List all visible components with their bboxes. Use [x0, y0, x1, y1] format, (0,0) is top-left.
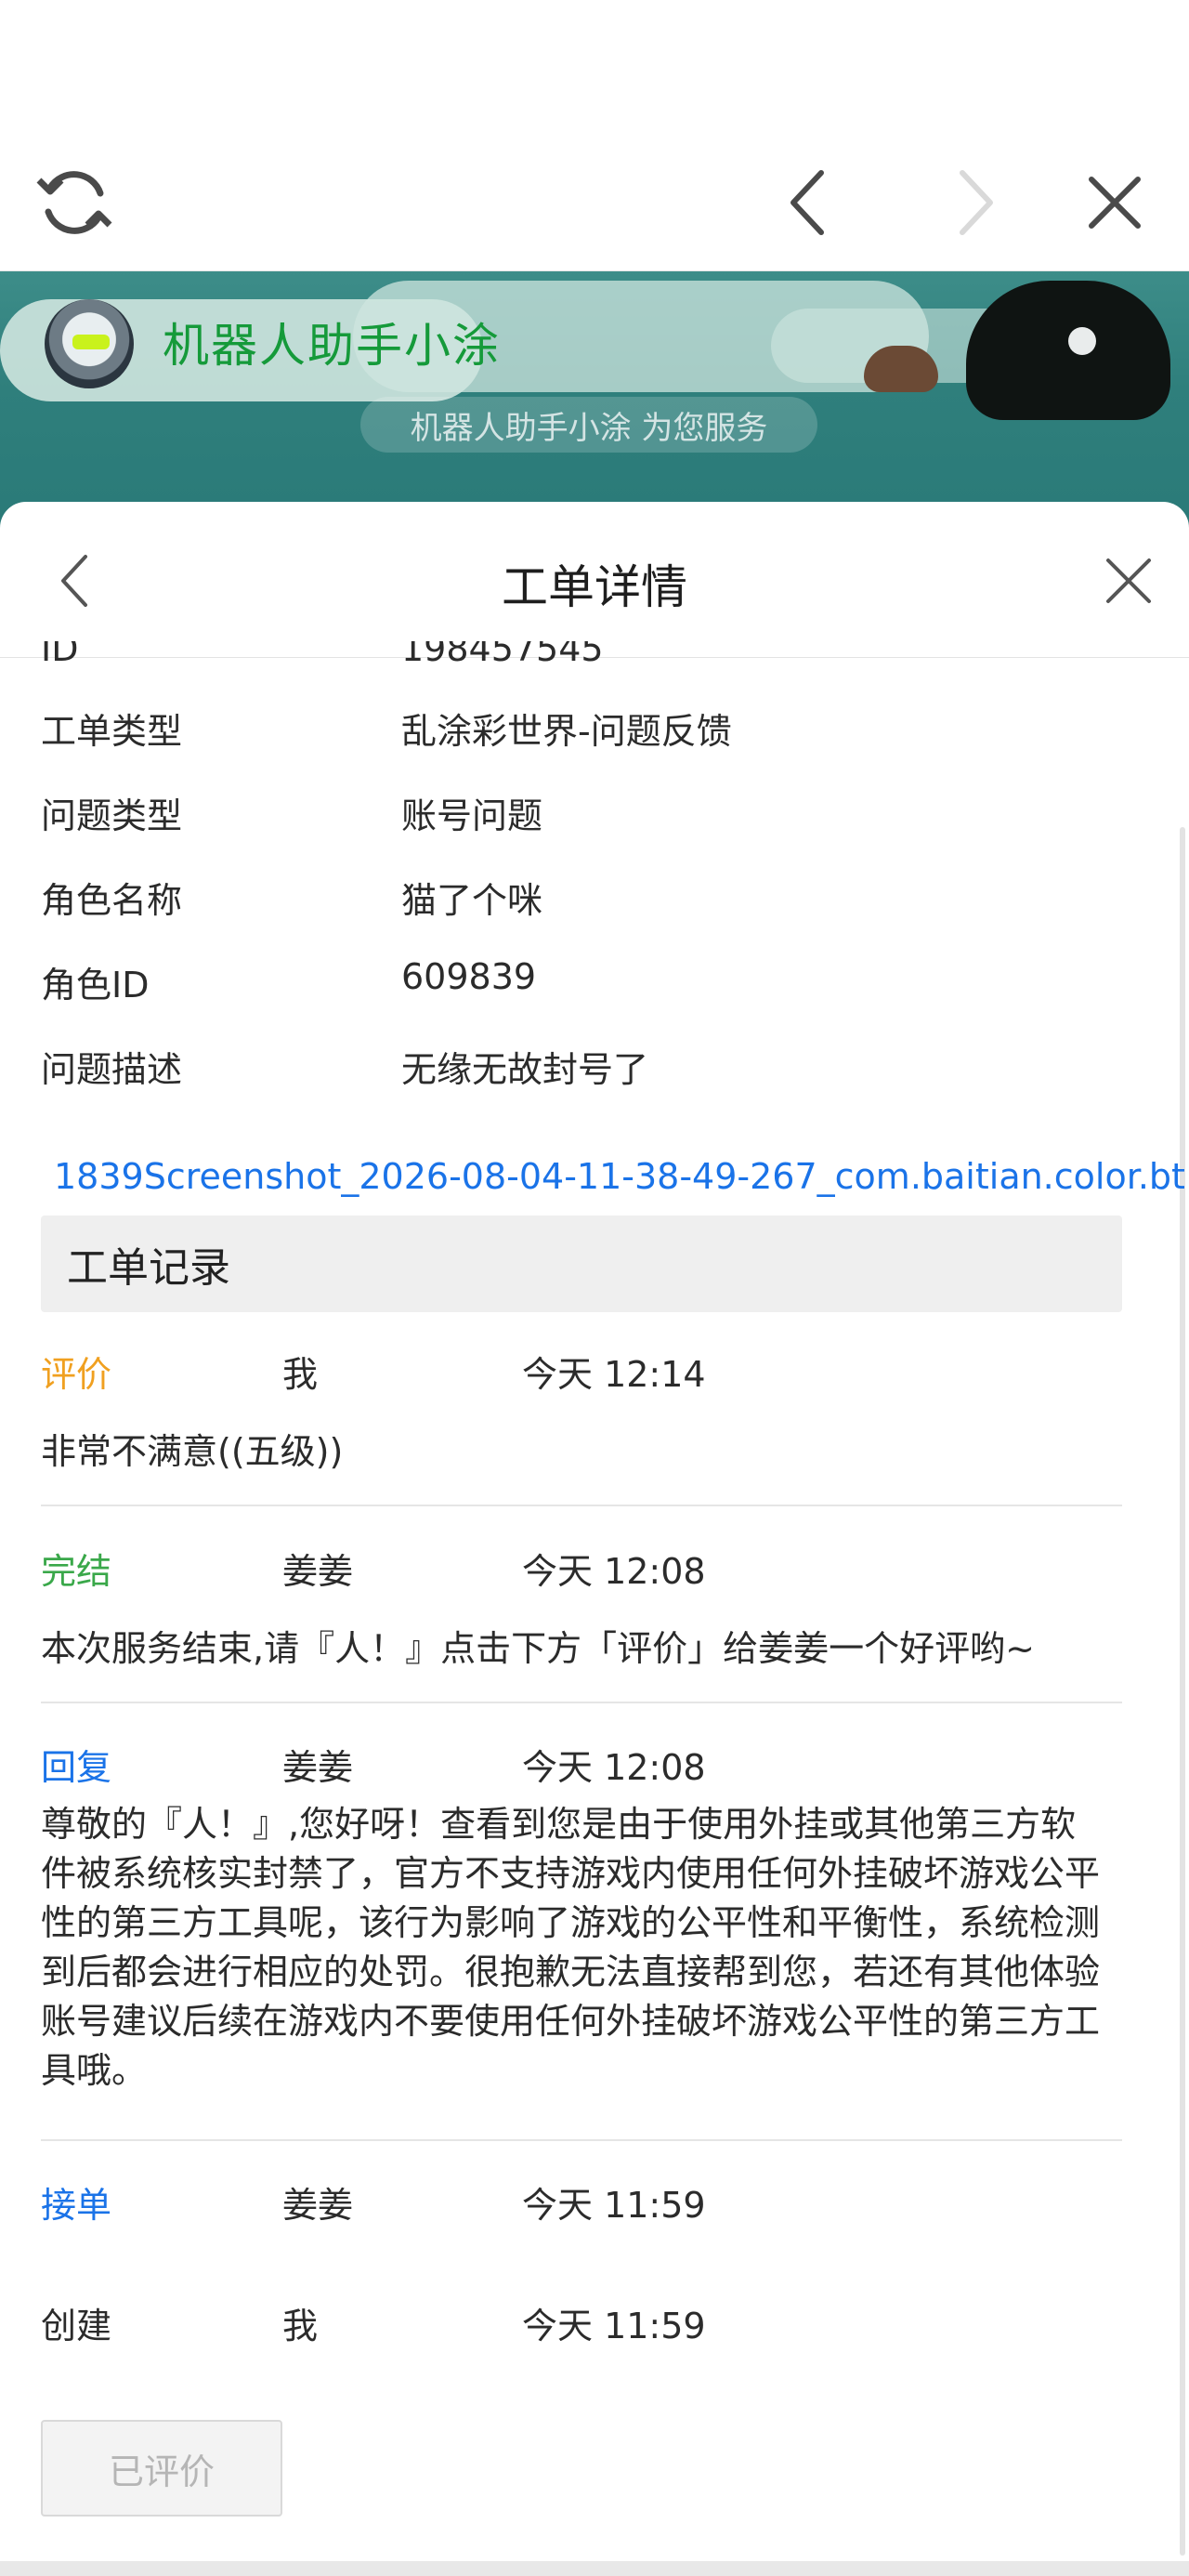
info-row-id: ID 198457545 — [41, 641, 1156, 690]
chevron-right-icon — [960, 170, 993, 235]
record-author: 姜姜 — [282, 1747, 354, 1788]
info-row-problem-type: 问题类型 账号问题 — [41, 774, 1156, 859]
back-button[interactable] — [762, 156, 855, 249]
info-label: 角色名称 — [41, 880, 183, 921]
record-author: 姜姜 — [282, 1551, 354, 1592]
record-body: 非常不满意((五级)) — [41, 1431, 344, 1472]
record-time: 今天 11:59 — [522, 2306, 706, 2346]
record-time: 今天 12:08 — [522, 1551, 706, 1592]
record-type: 创建 — [41, 2306, 112, 2346]
record-item-accept: 接单 姜姜 今天 11:59 — [41, 2176, 1122, 2232]
banner-subtitle: 机器人助手小涂 为您服务 — [360, 397, 817, 453]
section-title: 工单记录 — [67, 1244, 230, 1292]
record-body: 本次服务结束,请『人！』点击下方「评价」给姜姜一个好评哟~ — [41, 1628, 1035, 1669]
record-author: 我 — [282, 2306, 319, 2346]
record-item-reply: 回复 姜姜 今天 12:08 尊敬的『人！』,您好呀！查看到您是由于使用外挂或其… — [41, 1739, 1122, 2096]
record-body: 尊敬的『人！』,您好呀！查看到您是由于使用外挂或其他第三方软件被系统核实封禁了，… — [41, 1804, 1101, 2091]
divider — [41, 1505, 1122, 1506]
record-item-rating: 评价 我 今天 12:14 非常不满意((五级)) — [41, 1346, 1122, 1477]
record-item-complete: 完结 姜姜 今天 12:08 本次服务结束,请『人！』点击下方「评价」给姜姜一个… — [41, 1543, 1122, 1674]
record-type: 评价 — [41, 1354, 112, 1395]
assistant-banner: 机器人助手小涂 机器人助手小涂 为您服务 — [0, 271, 1189, 532]
info-label: 问题描述 — [41, 1049, 183, 1090]
forward-button[interactable] — [929, 156, 1022, 249]
record-item-create: 创建 我 今天 11:59 — [41, 2297, 1122, 2353]
record-type: 回复 — [41, 1747, 112, 1788]
robot-avatar — [45, 299, 134, 388]
refresh-button[interactable] — [28, 156, 121, 249]
scrollbar[interactable] — [1180, 827, 1185, 2556]
info-label: 问题类型 — [41, 795, 183, 836]
banner-title: 机器人助手小涂 — [163, 319, 501, 373]
page-title: 工单详情 — [502, 560, 687, 614]
info-row-ticket-type: 工单类型 乱涂彩世界-问题反馈 — [41, 690, 1156, 774]
info-label: 角色ID — [41, 965, 150, 1005]
record-author: 姜姜 — [282, 2185, 354, 2226]
mascot-illustration — [966, 281, 1170, 420]
chevron-left-icon — [790, 170, 824, 235]
record-type: 完结 — [41, 1551, 112, 1592]
records-section-header: 工单记录 — [41, 1216, 1122, 1312]
info-value: 猫了个咪 — [401, 880, 543, 921]
record-time: 今天 11:59 — [522, 2185, 706, 2226]
divider — [41, 2139, 1122, 2141]
close-icon — [1089, 177, 1141, 229]
record-author: 我 — [282, 1354, 319, 1395]
info-row-role-name: 角色名称 猫了个咪 — [41, 859, 1156, 943]
info-label: ID — [41, 641, 79, 669]
info-row-description: 问题描述 无缘无故封号了 — [41, 1028, 1156, 1112]
info-value: 无缘无故封号了 — [401, 1049, 649, 1090]
close-icon — [1106, 559, 1151, 603]
attachment-filename[interactable]: 1839Screenshot_2026-08-04-11-38-49-267_c… — [54, 1156, 1189, 1197]
info-label: 工单类型 — [41, 711, 183, 752]
raccoon-illustration — [864, 346, 938, 392]
attachment-link[interactable]: 1839Screenshot_2026-08-04-11-38-49-267_c… — [41, 1149, 1189, 1204]
sheet-close-button[interactable] — [1087, 539, 1170, 623]
close-button[interactable] — [1068, 156, 1161, 249]
bottom-edge — [0, 2561, 1189, 2576]
info-row-role-id: 角色ID 609839 — [41, 943, 1156, 1028]
info-value: 609839 — [401, 956, 537, 997]
info-value: 账号问题 — [401, 795, 543, 836]
info-value: 乱涂彩世界-问题反馈 — [401, 711, 732, 752]
rated-button[interactable]: 已评价 — [41, 2420, 282, 2517]
record-type: 接单 — [41, 2185, 112, 2226]
record-time: 今天 12:08 — [522, 1747, 706, 1788]
browser-toolbar — [0, 0, 1189, 271]
refresh-icon — [36, 171, 112, 234]
info-value: 198457545 — [401, 641, 604, 669]
sheet-header: 工单详情 — [0, 502, 1189, 658]
divider — [41, 1702, 1122, 1703]
ticket-info: ID 198457545 工单类型 乱涂彩世界-问题反馈 问题类型 账号问题 角… — [41, 641, 1156, 1112]
record-time: 今天 12:14 — [522, 1354, 706, 1395]
